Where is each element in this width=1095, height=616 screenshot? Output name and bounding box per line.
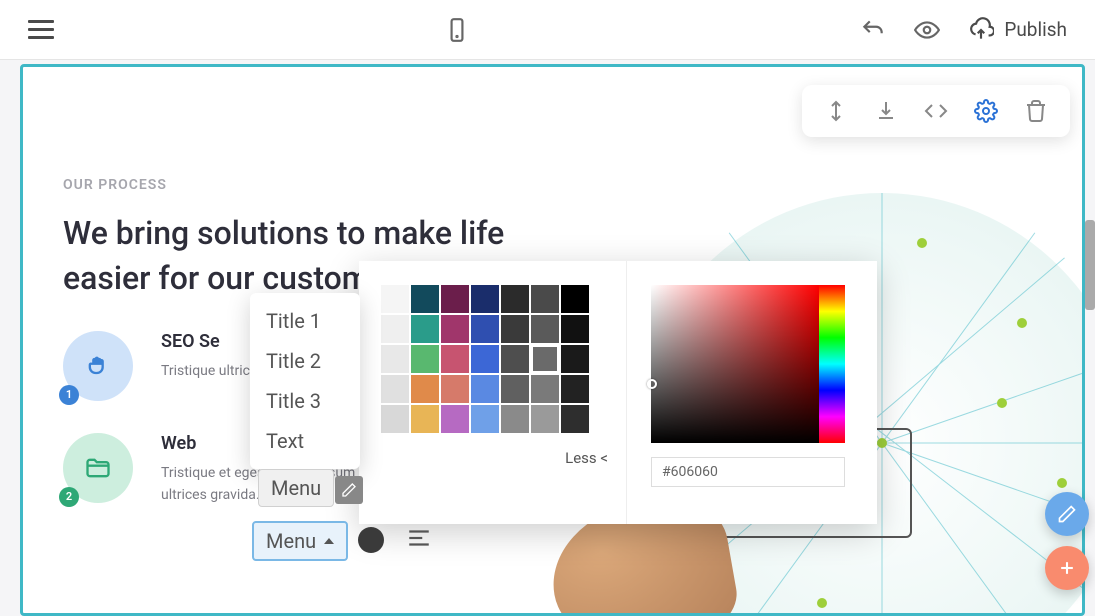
color-swatch-cell[interactable]	[411, 315, 439, 343]
undo-icon[interactable]	[860, 17, 886, 43]
color-swatch-cell[interactable]	[531, 345, 559, 373]
scrollbar-thumb[interactable]	[1085, 220, 1095, 310]
color-swatch-cell[interactable]	[411, 345, 439, 373]
color-swatch-cell[interactable]	[381, 375, 409, 403]
color-swatch-cell[interactable]	[501, 315, 529, 343]
color-swatch-cell[interactable]	[411, 375, 439, 403]
color-swatch-cell[interactable]	[471, 345, 499, 373]
color-swatch-cell[interactable]	[561, 345, 589, 373]
color-swatch-cell[interactable]	[561, 375, 589, 403]
text-style-option[interactable]: Title 2	[250, 341, 360, 381]
section-toolbar	[802, 85, 1070, 137]
color-swatch-cell[interactable]	[501, 405, 529, 433]
mobile-preview-icon[interactable]	[444, 17, 470, 43]
color-swatch-cell[interactable]	[381, 285, 409, 313]
edit-pencil-icon[interactable]	[335, 476, 363, 504]
color-swatch-cell[interactable]	[561, 315, 589, 343]
save-down-icon[interactable]	[874, 99, 898, 123]
move-icon[interactable]	[824, 99, 848, 123]
service-icon-grab: 1	[63, 331, 133, 401]
color-swatch-cell[interactable]	[501, 375, 529, 403]
text-style-option[interactable]: Title 1	[250, 301, 360, 341]
color-swatch-cell[interactable]	[531, 315, 559, 343]
color-swatch-cell[interactable]	[501, 345, 529, 373]
top-bar: Publish	[0, 0, 1095, 60]
hue-slider[interactable]	[819, 285, 845, 443]
color-swatch-cell[interactable]	[531, 285, 559, 313]
color-swatch-cell[interactable]	[441, 285, 469, 313]
code-icon[interactable]	[924, 99, 948, 123]
saturation-value-area[interactable]	[651, 285, 845, 443]
align-left-icon[interactable]	[406, 525, 432, 555]
scrollbar-track[interactable]	[1085, 60, 1095, 616]
color-swatch-cell[interactable]	[381, 345, 409, 373]
color-swatch-cell[interactable]	[501, 285, 529, 313]
color-swatch-cell[interactable]	[471, 315, 499, 343]
color-swatch-cell[interactable]	[411, 285, 439, 313]
color-swatch-cell[interactable]	[471, 375, 499, 403]
less-toggle[interactable]: Less <	[381, 449, 608, 467]
menu-dropdown-upper[interactable]: Menu	[258, 469, 334, 507]
fab-add-button[interactable]	[1045, 546, 1089, 590]
sv-gradient[interactable]	[651, 285, 819, 443]
menu-dropdown-selected[interactable]: Menu	[252, 521, 348, 561]
color-swatch-cell[interactable]	[441, 315, 469, 343]
color-swatch-cell[interactable]	[411, 405, 439, 433]
service-icon-folder: 2	[63, 433, 133, 503]
sv-cursor-icon[interactable]	[647, 379, 657, 389]
settings-gear-icon[interactable]	[974, 99, 998, 123]
color-swatch-cell[interactable]	[381, 315, 409, 343]
fab-edit-button[interactable]	[1045, 492, 1089, 536]
service-badge: 2	[59, 487, 79, 507]
color-swatch-cell[interactable]	[471, 405, 499, 433]
preview-eye-icon[interactable]	[914, 17, 940, 43]
color-swatch-cell[interactable]	[531, 375, 559, 403]
publish-label: Publish	[1004, 18, 1067, 41]
color-swatch-cell[interactable]	[561, 405, 589, 433]
color-swatch-cell[interactable]	[441, 345, 469, 373]
menu-hamburger-icon[interactable]	[28, 20, 54, 39]
text-style-option[interactable]: Text	[250, 421, 360, 461]
color-swatch-cell[interactable]	[561, 285, 589, 313]
color-picker-panel: Less <	[359, 261, 877, 524]
hex-input[interactable]	[651, 457, 845, 487]
color-swatch-cell[interactable]	[471, 285, 499, 313]
delete-trash-icon[interactable]	[1024, 99, 1048, 123]
color-swatch-cell[interactable]	[441, 375, 469, 403]
text-color-swatch[interactable]	[358, 527, 384, 553]
caret-up-icon	[324, 538, 334, 544]
color-swatch-grid	[381, 285, 608, 433]
service-badge: 1	[59, 385, 79, 405]
color-swatch-cell[interactable]	[531, 405, 559, 433]
color-swatch-cell[interactable]	[381, 405, 409, 433]
text-style-menu: Title 1 Title 2 Title 3 Text	[250, 293, 360, 469]
text-style-option[interactable]: Title 3	[250, 381, 360, 421]
publish-button[interactable]: Publish	[968, 17, 1067, 43]
color-swatch-cell[interactable]	[441, 405, 469, 433]
